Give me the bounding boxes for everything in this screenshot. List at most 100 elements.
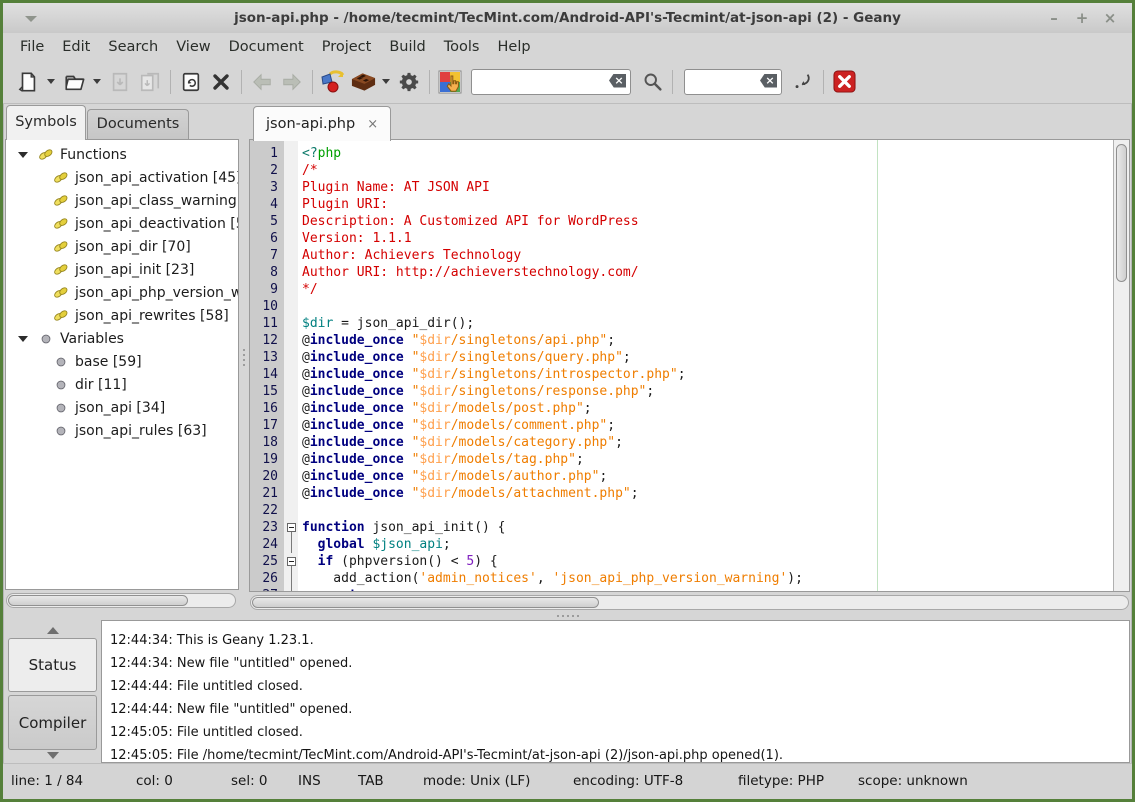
sidebar-splitter[interactable] <box>239 103 249 612</box>
build-button[interactable] <box>348 66 378 98</box>
menu-edit[interactable]: Edit <box>53 36 99 58</box>
code-line[interactable]: 16@include_once "$dir/models/post.php"; <box>250 400 1113 417</box>
code-line[interactable]: 7Author: Achievers Technology <box>250 247 1113 264</box>
minimize-button[interactable]: – <box>1040 9 1068 27</box>
code-line[interactable]: 15@include_once "$dir/singletons/respons… <box>250 383 1113 400</box>
symbols-tree[interactable]: Functionsjson_api_activation [45]json_ap… <box>5 139 239 590</box>
revert-button[interactable] <box>176 66 206 98</box>
code-line[interactable]: 5Description: A Customized API for WordP… <box>250 213 1113 230</box>
tab-documents[interactable]: Documents <box>87 109 189 140</box>
code-line[interactable]: 10 <box>250 298 1113 315</box>
search-button[interactable] <box>637 66 667 98</box>
color-chooser-button[interactable] <box>435 66 465 98</box>
tree-item[interactable]: json_api [34] <box>6 396 238 419</box>
quit-button[interactable] <box>829 66 859 98</box>
search-input[interactable] <box>471 69 631 95</box>
sidebar-horizontal-scrollbar[interactable] <box>6 593 236 608</box>
editor-vertical-scrollbar[interactable] <box>1113 140 1129 591</box>
scrollbar-thumb[interactable] <box>8 595 188 606</box>
code-line[interactable]: 19@include_once "$dir/models/tag.php"; <box>250 451 1113 468</box>
menu-view[interactable]: View <box>167 36 219 58</box>
tree-item[interactable]: json_api_dir [70] <box>6 235 238 258</box>
menu-project[interactable]: Project <box>313 36 381 58</box>
expander-icon[interactable] <box>18 152 28 158</box>
code-line[interactable]: 4Plugin URI: <box>250 196 1113 213</box>
open-file-button[interactable] <box>59 66 89 98</box>
tree-item[interactable]: json_api_class_warning [41] <box>6 189 238 212</box>
message-window-splitter[interactable] <box>3 612 1132 620</box>
code-line[interactable]: 1<?php <box>250 145 1113 162</box>
code-line[interactable]: 26 add_action('admin_notices', 'json_api… <box>250 570 1113 587</box>
tabs-scroll-down-icon[interactable] <box>47 752 59 759</box>
tree-item[interactable]: dir [11] <box>6 373 238 396</box>
code-line[interactable]: 9*/ <box>250 281 1113 298</box>
menu-file[interactable]: File <box>11 36 53 58</box>
code-editor[interactable]: 1<?php2/*3Plugin Name: AT JSON API4Plugi… <box>249 139 1130 592</box>
code-line[interactable]: 8Author URI: http://achieverstechnology.… <box>250 264 1113 281</box>
goto-line-button[interactable] <box>788 66 818 98</box>
code-line[interactable]: 6Version: 1.1.1 <box>250 230 1113 247</box>
code-line[interactable]: 12@include_once "$dir/singletons/api.php… <box>250 332 1113 349</box>
expander-icon[interactable] <box>18 336 28 342</box>
tree-group-functions[interactable]: Functions <box>6 143 238 166</box>
maximize-button[interactable]: + <box>1068 9 1096 27</box>
execute-button[interactable] <box>394 66 424 98</box>
tree-item[interactable]: json_api_rules [63] <box>6 419 238 442</box>
close-file-button[interactable] <box>206 66 236 98</box>
fold-cell <box>284 536 298 553</box>
code-line[interactable]: 20@include_once "$dir/models/author.php"… <box>250 468 1113 485</box>
code-line[interactable]: 18@include_once "$dir/models/category.ph… <box>250 434 1113 451</box>
new-file-button[interactable] <box>13 66 43 98</box>
code-line[interactable]: 27 return; <box>250 587 1113 592</box>
menu-help[interactable]: Help <box>489 36 540 58</box>
code-line[interactable]: 23function json_api_init() { <box>250 519 1113 536</box>
build-dropdown[interactable] <box>378 66 394 98</box>
tree-item[interactable]: base [59] <box>6 350 238 373</box>
tree-item[interactable]: json_api_rewrites [58] <box>6 304 238 327</box>
fold-cell <box>284 281 298 298</box>
fold-collapse-icon[interactable] <box>287 523 296 532</box>
tree-item[interactable]: json_api_init [23] <box>6 258 238 281</box>
variable-icon <box>55 402 67 414</box>
code-line[interactable]: 11$dir = json_api_dir(); <box>250 315 1113 332</box>
scrollbar-thumb[interactable] <box>252 597 599 608</box>
code-line[interactable]: 3Plugin Name: AT JSON API <box>250 179 1113 196</box>
chevron-down-icon <box>382 79 390 84</box>
save-button[interactable] <box>105 66 135 98</box>
log-line: 12:44:34: New file "untitled" opened. <box>110 652 1129 675</box>
new-file-dropdown[interactable] <box>43 66 59 98</box>
menu-build[interactable]: Build <box>380 36 434 58</box>
tab-json-api-php[interactable]: json-api.php × <box>253 106 391 141</box>
tab-compiler[interactable]: Compiler <box>8 695 97 750</box>
line-number: 1 <box>250 145 284 162</box>
back-button[interactable] <box>247 66 277 98</box>
code-line[interactable]: 24 global $json_api; <box>250 536 1113 553</box>
forward-button[interactable] <box>277 66 307 98</box>
tab-symbols[interactable]: Symbols <box>6 105 86 140</box>
code-line[interactable]: 25 if (phpversion() < 5) { <box>250 553 1113 570</box>
menu-document[interactable]: Document <box>220 36 313 58</box>
code-line[interactable]: 17@include_once "$dir/models/comment.php… <box>250 417 1113 434</box>
code-line[interactable]: 13@include_once "$dir/singletons/query.p… <box>250 349 1113 366</box>
menu-search[interactable]: Search <box>99 36 167 58</box>
menu-tools[interactable]: Tools <box>435 36 489 58</box>
toolbar-separator <box>312 70 313 94</box>
tabs-scroll-up-icon[interactable] <box>47 627 59 634</box>
close-button[interactable]: × <box>1096 9 1124 27</box>
editor-horizontal-scrollbar[interactable] <box>250 595 1129 610</box>
open-file-dropdown[interactable] <box>89 66 105 98</box>
tab-status[interactable]: Status <box>8 638 97 692</box>
code-line[interactable]: 22 <box>250 502 1113 519</box>
scrollbar-thumb[interactable] <box>1116 144 1127 282</box>
tab-close-icon[interactable]: × <box>367 117 378 132</box>
tree-item[interactable]: json_api_activation [45] <box>6 166 238 189</box>
tree-group-variables[interactable]: Variables <box>6 327 238 350</box>
tree-item[interactable]: json_api_deactivation [52] <box>6 212 238 235</box>
compile-button[interactable] <box>318 66 348 98</box>
code-line[interactable]: 2/* <box>250 162 1113 179</box>
tree-item[interactable]: json_api_php_version_warnin <box>6 281 238 304</box>
code-line[interactable]: 21@include_once "$dir/models/attachment.… <box>250 485 1113 502</box>
code-line[interactable]: 14@include_once "$dir/singletons/introsp… <box>250 366 1113 383</box>
fold-collapse-icon[interactable] <box>287 557 296 566</box>
save-all-button[interactable] <box>135 66 165 98</box>
